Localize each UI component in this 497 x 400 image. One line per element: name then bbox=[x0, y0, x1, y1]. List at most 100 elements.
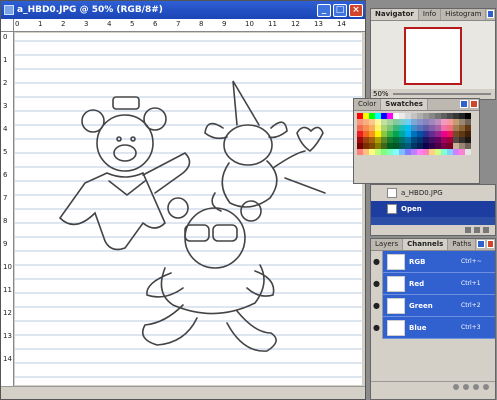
swatch[interactable] bbox=[459, 143, 465, 149]
swatch[interactable] bbox=[405, 143, 411, 149]
swatch[interactable] bbox=[393, 131, 399, 137]
swatch[interactable] bbox=[429, 113, 435, 119]
swatch[interactable] bbox=[417, 143, 423, 149]
swatch[interactable] bbox=[447, 143, 453, 149]
eye-icon[interactable]: ● bbox=[371, 272, 383, 295]
swatch[interactable] bbox=[387, 125, 393, 131]
swatch[interactable] bbox=[393, 125, 399, 131]
swatch[interactable] bbox=[453, 149, 459, 155]
swatch[interactable] bbox=[405, 119, 411, 125]
swatch[interactable] bbox=[411, 113, 417, 119]
swatch[interactable] bbox=[411, 137, 417, 143]
swatch[interactable] bbox=[381, 131, 387, 137]
swatch[interactable] bbox=[417, 113, 423, 119]
swatch[interactable] bbox=[411, 119, 417, 125]
vertical-scrollbar[interactable] bbox=[362, 32, 365, 387]
load-selection-icon[interactable] bbox=[453, 383, 459, 390]
new-snapshot-icon[interactable] bbox=[465, 227, 471, 233]
zoom-level[interactable]: 50% bbox=[373, 90, 389, 98]
swatch[interactable] bbox=[369, 119, 375, 125]
swatch[interactable] bbox=[369, 137, 375, 143]
swatch[interactable] bbox=[387, 137, 393, 143]
swatch[interactable] bbox=[417, 137, 423, 143]
swatch[interactable] bbox=[363, 113, 369, 119]
swatch[interactable] bbox=[429, 149, 435, 155]
save-selection-icon[interactable] bbox=[463, 383, 469, 390]
swatch[interactable] bbox=[381, 149, 387, 155]
swatch[interactable] bbox=[441, 113, 447, 119]
image-canvas[interactable] bbox=[15, 33, 364, 385]
swatch[interactable] bbox=[453, 125, 459, 131]
eye-icon[interactable]: ● bbox=[371, 316, 383, 339]
history-state-open[interactable]: Open bbox=[371, 201, 495, 217]
tab-navigator[interactable]: Navigator bbox=[371, 9, 419, 20]
swatch[interactable] bbox=[441, 149, 447, 155]
swatch[interactable] bbox=[393, 113, 399, 119]
navigator-view-box[interactable] bbox=[404, 27, 462, 85]
swatch[interactable] bbox=[465, 137, 471, 143]
channel-row-rgb[interactable]: ● RGB Ctrl+~ bbox=[371, 250, 495, 273]
swatch[interactable] bbox=[423, 149, 429, 155]
swatch[interactable] bbox=[405, 131, 411, 137]
swatch[interactable] bbox=[363, 143, 369, 149]
swatch[interactable] bbox=[369, 149, 375, 155]
swatch[interactable] bbox=[417, 131, 423, 137]
tab-paths[interactable]: Paths bbox=[448, 239, 477, 250]
swatch[interactable] bbox=[357, 119, 363, 125]
new-channel-icon[interactable] bbox=[473, 383, 479, 390]
swatch[interactable] bbox=[381, 113, 387, 119]
swatch[interactable] bbox=[435, 149, 441, 155]
swatch[interactable] bbox=[387, 131, 393, 137]
swatch[interactable] bbox=[411, 131, 417, 137]
swatch[interactable] bbox=[459, 119, 465, 125]
swatch[interactable] bbox=[423, 131, 429, 137]
swatch[interactable] bbox=[417, 119, 423, 125]
trash-icon[interactable] bbox=[483, 383, 489, 390]
swatch[interactable] bbox=[399, 119, 405, 125]
swatch[interactable] bbox=[369, 143, 375, 149]
swatch[interactable] bbox=[399, 137, 405, 143]
swatch[interactable] bbox=[441, 143, 447, 149]
palette-close-icon[interactable] bbox=[470, 100, 478, 108]
swatch[interactable] bbox=[417, 125, 423, 131]
channel-row-blue[interactable]: ● Blue Ctrl+3 bbox=[371, 316, 495, 339]
swatch[interactable] bbox=[453, 113, 459, 119]
swatch[interactable] bbox=[465, 125, 471, 131]
swatch[interactable] bbox=[459, 113, 465, 119]
swatch[interactable] bbox=[357, 131, 363, 137]
swatch[interactable] bbox=[447, 125, 453, 131]
zoom-slider[interactable] bbox=[392, 93, 491, 95]
swatch[interactable] bbox=[459, 125, 465, 131]
swatch[interactable] bbox=[405, 113, 411, 119]
swatch[interactable] bbox=[399, 113, 405, 119]
swatch[interactable] bbox=[441, 137, 447, 143]
tab-info[interactable]: Info bbox=[419, 9, 442, 20]
swatch[interactable] bbox=[459, 137, 465, 143]
swatch[interactable] bbox=[465, 113, 471, 119]
swatch[interactable] bbox=[435, 113, 441, 119]
minimize-button[interactable]: _ bbox=[317, 3, 331, 17]
channel-row-green[interactable]: ● Green Ctrl+2 bbox=[371, 294, 495, 317]
swatch[interactable] bbox=[441, 119, 447, 125]
eye-icon[interactable]: ● bbox=[371, 294, 383, 317]
tab-channels[interactable]: Channels bbox=[403, 239, 449, 250]
swatch[interactable] bbox=[399, 131, 405, 137]
ruler-left[interactable]: 0 1 2 3 4 5 6 7 8 9 10 11 12 13 14 bbox=[1, 32, 14, 387]
swatch[interactable] bbox=[387, 149, 393, 155]
swatch[interactable] bbox=[441, 125, 447, 131]
swatch[interactable] bbox=[387, 119, 393, 125]
swatch[interactable] bbox=[375, 125, 381, 131]
swatch[interactable] bbox=[411, 143, 417, 149]
swatch[interactable] bbox=[453, 119, 459, 125]
swatch[interactable] bbox=[357, 137, 363, 143]
swatch[interactable] bbox=[369, 131, 375, 137]
maximize-button[interactable]: □ bbox=[333, 3, 347, 17]
swatch[interactable] bbox=[435, 131, 441, 137]
swatch[interactable] bbox=[429, 137, 435, 143]
navigator-preview[interactable] bbox=[371, 21, 495, 89]
swatch[interactable] bbox=[375, 119, 381, 125]
tab-swatches[interactable]: Swatches bbox=[381, 99, 428, 110]
close-button[interactable]: × bbox=[349, 3, 363, 17]
swatch[interactable] bbox=[423, 119, 429, 125]
swatch[interactable] bbox=[393, 137, 399, 143]
